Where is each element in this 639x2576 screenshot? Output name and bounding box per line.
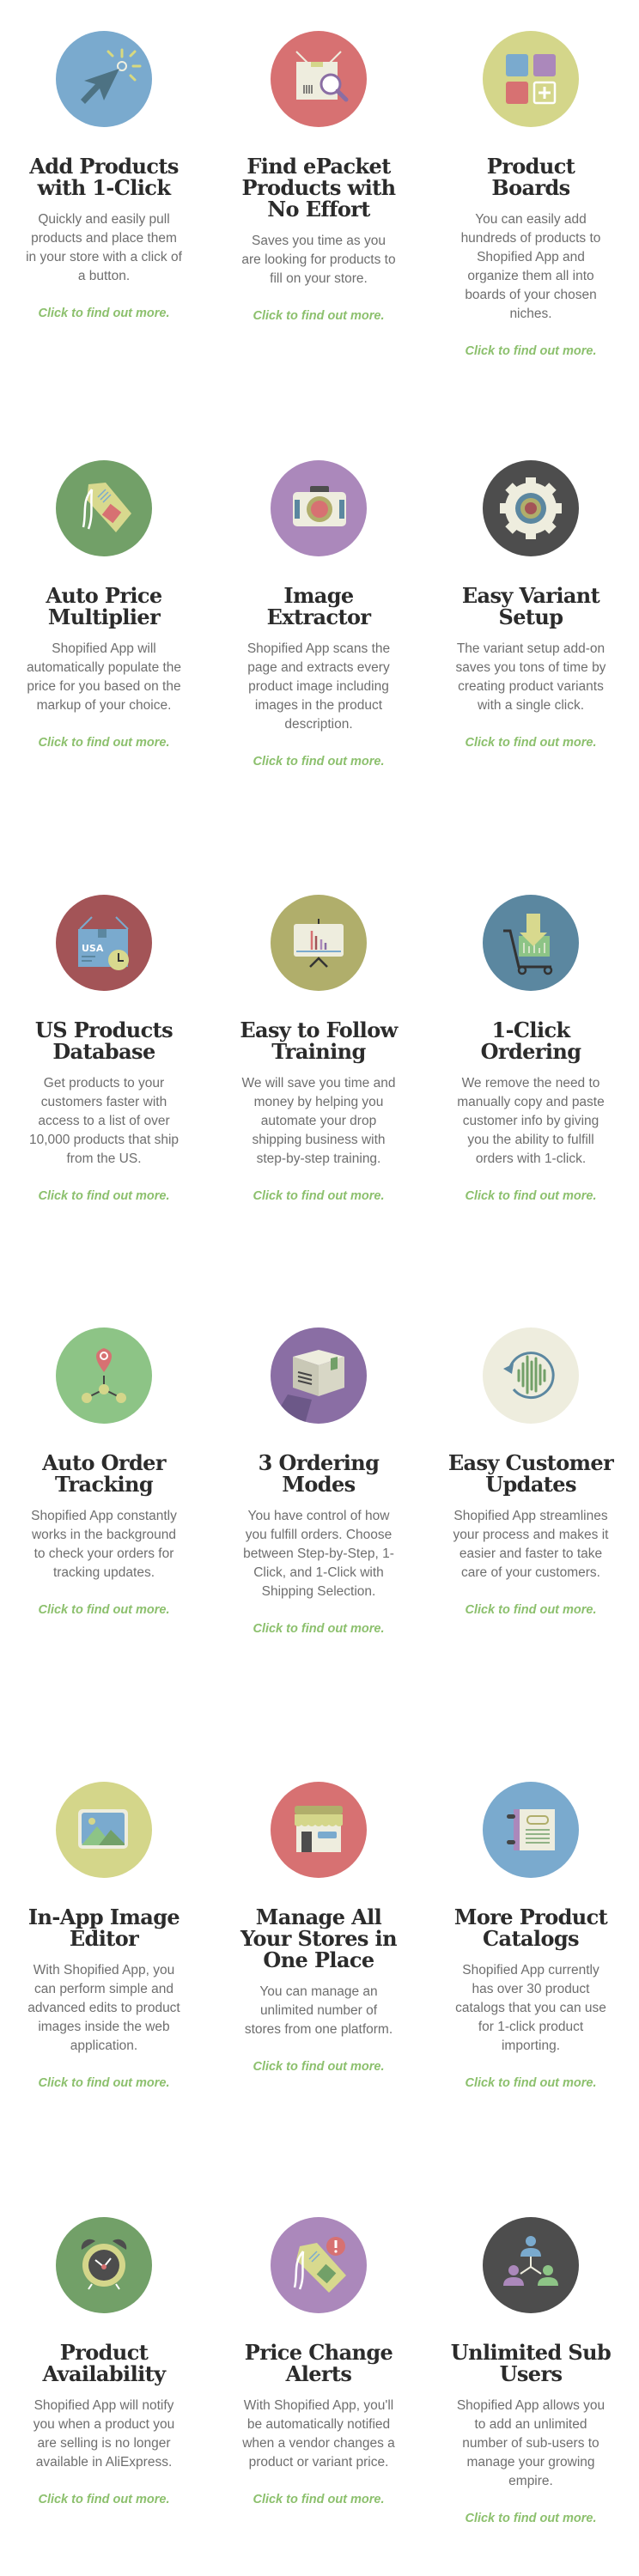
package-search-icon [271,31,367,127]
feature-card: Price Change Alerts With Shopified App, … [224,2217,413,2507]
feature-title: Product Boards [486,154,575,200]
find-out-more-link[interactable]: Click to find out more. [38,1603,169,1617]
feature-card: 3 Ordering Modes You have control of how… [224,1327,413,1637]
feature-description: Saves you time as you are looking for pr… [241,234,396,286]
find-out-more-link[interactable]: Click to find out more. [465,1603,596,1617]
feature-description: You can manage an unlimited number of st… [244,1984,393,2037]
feature-card: Image Extractor Shopified App scans the … [224,460,413,769]
feature-card: Easy Variant Setup The variant setup add… [436,460,625,750]
feature-title: Add Products with 1-Click [29,154,179,200]
find-out-more-link[interactable]: Click to find out more. [465,2512,596,2525]
feature-description: With Shopified App, you'll be automatica… [242,2398,395,2470]
feature-card: Unlimited Sub Users Shopified App allows… [436,2217,625,2526]
find-out-more-link[interactable]: Click to find out more. [253,1622,384,1636]
find-out-more-link[interactable]: Click to find out more. [38,1189,169,1203]
feature-card: Auto Price Multiplier Shopified App will… [9,460,198,750]
feature-title: Auto Order Tracking [42,1450,166,1497]
feature-card: Find ePacket Products with No Effort Sav… [224,31,413,324]
alarm-clock-icon [56,2217,152,2313]
boards-grid-icon [483,31,579,127]
feature-description: The variant setup add-on saves you tons … [455,641,606,713]
feature-description: Shopified App allows you to add an unlim… [456,2398,606,2488]
feature-title: 1-Click Ordering [480,1018,581,1064]
price-tag-alert-icon [271,2217,367,2313]
find-out-more-link[interactable]: Click to find out more. [465,2076,596,2090]
feature-description: Shopified App will notify you when a pro… [33,2398,175,2470]
usa-box-clock-icon: USA [56,895,152,991]
feature-title: Easy Customer Updates [447,1450,614,1497]
feature-title: Manage All Your Stores in One Place [240,1905,397,1972]
feature-title: 3 Ordering Modes [258,1450,380,1497]
notebook-icon [483,1782,579,1878]
feature-description: Shopified App constantly works in the ba… [31,1509,177,1580]
feature-title: Unlimited Sub Users [450,2340,612,2386]
find-out-more-link[interactable]: Click to find out more. [253,2493,384,2506]
feature-description: Shopified App currently has over 30 prod… [455,1963,606,2053]
feature-card: 1-Click Ordering We remove the need to m… [436,895,625,1204]
feature-description: Quickly and easily pull products and pla… [26,212,182,283]
feature-description: You have control of how you fulfill orde… [243,1509,394,1599]
feature-title: Image Extractor [266,583,371,629]
feature-description: Get products to your customers faster wi… [28,1076,180,1166]
feature-card: Easy Customer Updates Shopified App stre… [436,1327,625,1618]
image-landscape-icon [56,1782,152,1878]
location-pin-network-icon [56,1327,152,1424]
find-out-more-link[interactable]: Click to find out more. [465,736,596,750]
feature-title: US Products Database [34,1018,173,1064]
feature-title: Product Availability [42,2340,167,2386]
box-icon [271,1327,367,1424]
feature-card: Product Boards You can easily add hundre… [436,31,625,359]
find-out-more-link[interactable]: Click to find out more. [38,2076,169,2090]
feature-card: Manage All Your Stores in One Place You … [224,1782,413,2075]
feature-description: Shopified App scans the page and extract… [246,641,391,732]
feature-description: With Shopified App, you can perform simp… [27,1963,180,2053]
feature-title: Easy to Follow Training [240,1018,398,1064]
camera-icon [271,460,367,556]
cursor-click-icon [56,31,152,127]
feature-card: Product Availability Shopified App will … [9,2217,198,2507]
find-out-more-link[interactable]: Click to find out more. [253,755,384,769]
feature-card: In-App Image Editor With Shopified App, … [9,1782,198,2091]
users-network-icon [483,2217,579,2313]
find-out-more-link[interactable]: Click to find out more. [38,307,169,320]
feature-card: Add Products with 1-Click Quickly and ea… [9,31,198,321]
feature-description: We will save you time and money by helpi… [241,1076,396,1166]
find-out-more-link[interactable]: Click to find out more. [465,344,596,358]
svg-text:USA: USA [82,943,104,954]
feature-card: USA US Products Database Get products to… [9,895,198,1204]
feature-description: Shopified App streamlines your process a… [453,1509,609,1580]
find-out-more-link[interactable]: Click to find out more. [253,2060,384,2074]
refresh-soundwave-icon [483,1327,579,1424]
feature-description: You can easily add hundreds of products … [460,212,601,321]
feature-title: In-App Image Editor [27,1905,180,1951]
feature-card: Easy to Follow Training We will save you… [224,895,413,1204]
feature-title: Find ePacket Products with No Effort [241,154,396,222]
feature-title: Easy Variant Setup [461,583,600,629]
storefront-icon [271,1782,367,1878]
find-out-more-link[interactable]: Click to find out more. [38,736,169,750]
feature-description: Shopified App will automatically populat… [26,641,182,713]
feature-card: More Product Catalogs Shopified App curr… [436,1782,625,2091]
price-tag-icon [56,460,152,556]
feature-card: Auto Order Tracking Shopified App consta… [9,1327,198,1618]
feature-description: We remove the need to manually copy and … [457,1076,605,1166]
feature-title: Auto Price Multiplier [46,583,162,629]
find-out-more-link[interactable]: Click to find out more. [253,309,384,323]
find-out-more-link[interactable]: Click to find out more. [465,1189,596,1203]
feature-title: Price Change Alerts [244,2340,393,2386]
presentation-board-icon [271,895,367,991]
cart-download-icon [483,895,579,991]
find-out-more-link[interactable]: Click to find out more. [253,1189,384,1203]
gear-icon [483,460,579,556]
find-out-more-link[interactable]: Click to find out more. [38,2493,169,2506]
feature-title: More Product Catalogs [453,1905,608,1951]
